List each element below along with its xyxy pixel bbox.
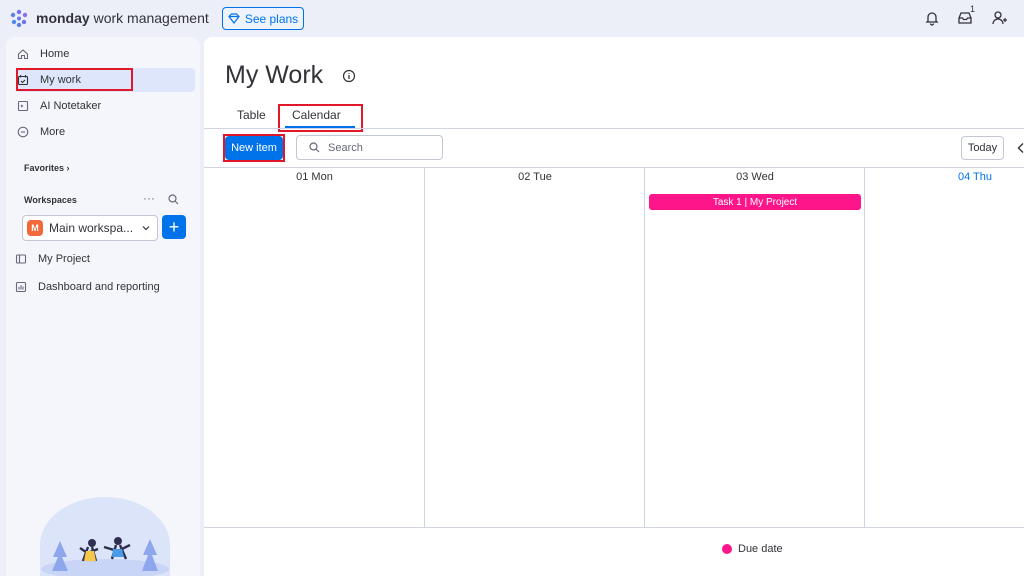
day-column-mon[interactable] [204,168,425,527]
search-icon [309,142,320,153]
skating-illustration [40,497,170,576]
inbox-badge: 1 [970,4,976,14]
more-icon [16,125,30,139]
sidebar-item-more[interactable]: More [16,120,196,144]
dashboard-icon [14,280,28,294]
bell-icon[interactable] [923,9,941,27]
day-header-mon: 01 Mon [296,171,333,183]
day-column-thu[interactable] [865,168,1024,527]
home-icon [16,47,30,61]
sidebar-item-dashboard[interactable]: Dashboard and reporting [14,275,201,299]
chevron-left-icon[interactable] [1016,142,1024,154]
see-plans-label: See plans [244,11,299,26]
sidebar: Home My work AI Notetaker More Favorites… [6,37,200,576]
due-date-dot-icon [722,544,732,554]
day-header-thu: 04 Thu [957,171,993,183]
top-bar: monday work management See plans 1 [0,0,1024,37]
search-placeholder: Search [328,141,363,154]
info-icon[interactable] [342,69,356,83]
calendar-footer [204,527,1024,576]
sidebar-item-my-project[interactable]: My Project [14,247,196,271]
workspaces-label: Workspaces [24,195,77,205]
chevron-down-icon [142,226,150,231]
search-input[interactable]: Search [296,135,443,160]
day-header-tue: 02 Tue [518,171,552,183]
chevron-right-icon: › [66,163,70,173]
day-column-wed[interactable] [645,168,865,527]
workspace-avatar: M [27,220,43,236]
tab-table[interactable]: Table [237,108,266,122]
monday-logo-icon[interactable] [9,8,29,28]
board-icon [14,252,28,266]
notetaker-icon [16,99,30,113]
calendar-event[interactable]: Task 1 | My Project [649,194,861,210]
legend-due-date: Due date [722,543,783,555]
invite-user-icon[interactable] [990,9,1008,27]
workspace-search-icon[interactable] [168,194,179,205]
legend-label: Due date [738,543,783,555]
brand-name[interactable]: monday work management [36,10,209,26]
workspace-name: Main workspa... [49,221,134,235]
sidebar-item-label: Dashboard and reporting [38,281,160,293]
add-workspace-button[interactable]: + [162,215,186,239]
main-panel: My Work Table Calendar New item Search T… [204,37,1024,576]
sidebar-item-ai-notetaker[interactable]: AI Notetaker [16,94,196,118]
favorites-section[interactable]: Favorites › [24,163,70,173]
sidebar-item-label: Home [40,48,70,60]
workspace-selector[interactable]: M Main workspa... [22,215,158,241]
favorites-label: Favorites [24,163,65,173]
day-header-wed: 03 Wed [736,171,774,183]
sidebar-item-home[interactable]: Home [16,42,196,66]
plus-icon: + [168,216,180,237]
sidebar-item-label: My Project [38,253,90,265]
my-work-highlight [16,68,133,91]
see-plans-button[interactable]: See plans [222,7,304,30]
today-button[interactable]: Today [961,136,1004,160]
sidebar-item-label: More [40,126,66,138]
workspace-options-icon[interactable]: ··· [143,191,155,205]
day-column-tue[interactable] [425,168,645,527]
page-title: My Work [225,61,324,89]
diamond-icon [228,13,240,24]
tabs-divider [204,128,1024,129]
new-item-highlight [223,134,285,162]
sidebar-item-label: AI Notetaker [40,100,102,112]
